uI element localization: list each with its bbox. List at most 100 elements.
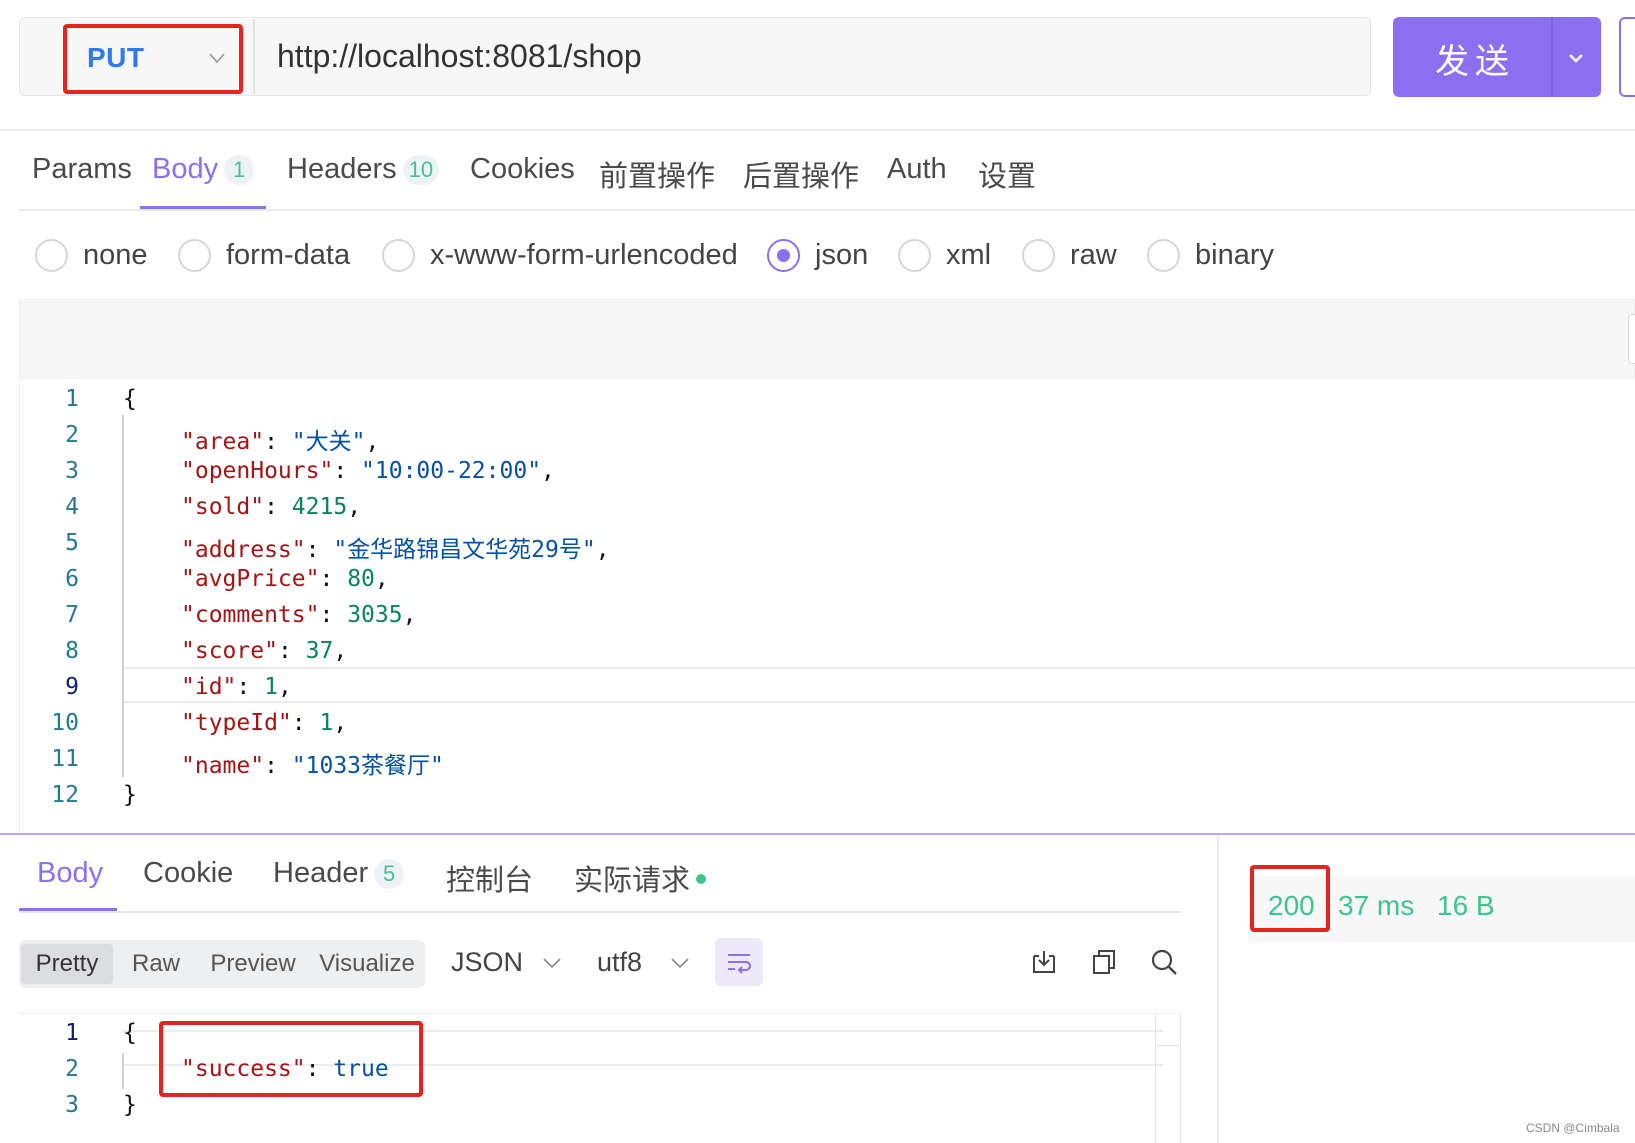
send-divider	[1551, 17, 1553, 97]
divider	[19, 209, 1635, 211]
format-select[interactable]: JSON	[451, 947, 523, 978]
code-line: "typeId": 1,	[181, 710, 348, 736]
line-number: 3	[65, 458, 79, 484]
radio-form-data[interactable]	[178, 239, 211, 272]
wrap-icon	[728, 954, 751, 974]
line-number: 1	[65, 1020, 79, 1046]
line-number: 3	[65, 1092, 79, 1118]
code-line: "area": "大关",	[181, 429, 380, 455]
code-line: {	[123, 1020, 137, 1046]
chevron-down-icon[interactable]	[1565, 47, 1587, 69]
code-line: "openHours": "10:00-22:00",	[181, 458, 555, 484]
code-line: "sold": 4215,	[181, 494, 362, 520]
active-line-highlight	[123, 667, 1635, 703]
vertical-splitter[interactable]	[1217, 835, 1219, 1143]
chevron-down-icon[interactable]	[541, 952, 563, 974]
radio-label: x-www-form-urlencoded	[430, 239, 738, 271]
response-tab-header[interactable]: Header 5	[273, 857, 405, 890]
view-visualize[interactable]: Visualize	[313, 944, 421, 984]
response-tab-console[interactable]: 控制台	[446, 857, 533, 899]
view-mode-switch: Pretty Raw Preview Visualize	[19, 940, 425, 988]
chevron-down-icon	[209, 53, 225, 64]
code-line: "comments": 3035,	[181, 602, 417, 628]
line-number: 2	[65, 1056, 79, 1082]
indent-guide	[122, 1053, 124, 1089]
response-tab-body[interactable]: Body	[37, 857, 103, 890]
tab-badge: 1	[224, 155, 255, 186]
radio-label: binary	[1195, 239, 1274, 271]
tab-headers[interactable]: Headers 10	[287, 153, 440, 186]
tab-body[interactable]: Body 1	[152, 153, 255, 186]
line-number: 12	[51, 782, 79, 808]
response-tab-cookie[interactable]: Cookie	[143, 857, 233, 890]
method-label: PUT	[87, 42, 145, 73]
tab-settings[interactable]: 设置	[978, 153, 1036, 195]
indent-guide	[122, 415, 124, 777]
send-label: 发送	[1435, 42, 1515, 82]
response-time: 37 ms	[1338, 890, 1415, 921]
radio-label: form-data	[226, 239, 351, 271]
code-line: "name": "1033茶餐厅"	[181, 753, 444, 779]
radio-urlencoded[interactable]	[382, 239, 415, 272]
radio-label: xml	[946, 239, 992, 271]
tab-pre-operations[interactable]: 前置操作	[599, 153, 715, 195]
line-number: 11	[51, 746, 79, 772]
chevron-down-icon[interactable]	[669, 952, 691, 974]
tab-cookies[interactable]: Cookies	[470, 153, 575, 186]
radio-raw[interactable]	[1022, 239, 1055, 272]
code-line: }	[123, 1092, 137, 1118]
code-line: "address": "金华路锦昌文华苑29号",	[181, 537, 610, 563]
watermark: CSDN @Cimbala	[1526, 1121, 1620, 1135]
tab-params[interactable]: Params	[32, 153, 132, 186]
line-number: 5	[65, 530, 79, 556]
search-icon[interactable]	[1149, 947, 1179, 977]
copy-icon[interactable]	[1089, 947, 1119, 977]
code-line: "id": 1,	[181, 674, 292, 700]
radio-xml[interactable]	[898, 239, 931, 272]
toolbar-handle[interactable]	[1628, 314, 1635, 364]
radio-none[interactable]	[35, 239, 68, 272]
send-button[interactable]: 发送	[1393, 17, 1601, 97]
line-number: 1	[65, 386, 79, 412]
line-number: 10	[51, 710, 79, 736]
tab-auth[interactable]: Auth	[887, 153, 947, 186]
scrollbar-thumb[interactable]	[1155, 1014, 1181, 1046]
panel-splitter[interactable]	[0, 833, 1635, 835]
status-dot	[696, 874, 707, 885]
tab-badge: 5	[374, 859, 405, 890]
radio-json[interactable]	[767, 239, 800, 272]
line-number: 2	[65, 422, 79, 448]
line-number: 7	[65, 602, 79, 628]
code-line: "avgPrice": 80,	[181, 566, 389, 592]
line-number: 6	[65, 566, 79, 592]
url-separator	[253, 19, 255, 94]
line-number: 9	[65, 674, 79, 700]
divider	[0, 129, 1635, 131]
code-line: {	[123, 386, 137, 412]
highlight-box-success	[159, 1021, 423, 1097]
radio-binary[interactable]	[1147, 239, 1180, 272]
tab-post-operations[interactable]: 后置操作	[743, 153, 859, 195]
highlight-box-status	[1250, 865, 1330, 932]
radio-label: none	[83, 239, 148, 271]
view-preview[interactable]: Preview	[203, 944, 303, 984]
line-number: 4	[65, 494, 79, 520]
divider	[19, 911, 1181, 913]
method-select[interactable]: PUT	[63, 24, 243, 94]
code-line: "score": 37,	[181, 638, 348, 664]
tab-badge: 10	[402, 155, 440, 186]
response-tab-actual-request[interactable]: 实际请求	[574, 857, 707, 899]
radio-label: raw	[1070, 239, 1117, 271]
view-pretty[interactable]: Pretty	[21, 944, 113, 984]
download-icon[interactable]	[1029, 947, 1059, 977]
response-size: 16 B	[1437, 890, 1495, 921]
code-line: }	[123, 782, 137, 808]
radio-label: json	[815, 239, 869, 271]
view-raw[interactable]: Raw	[120, 944, 192, 984]
word-wrap-button[interactable]	[715, 938, 763, 986]
line-number: 8	[65, 638, 79, 664]
encoding-select[interactable]: utf8	[597, 947, 642, 978]
url-input[interactable]: http://localhost:8081/shop	[277, 38, 642, 75]
editor-toolbar	[19, 299, 1635, 379]
side-button[interactable]	[1619, 17, 1635, 97]
